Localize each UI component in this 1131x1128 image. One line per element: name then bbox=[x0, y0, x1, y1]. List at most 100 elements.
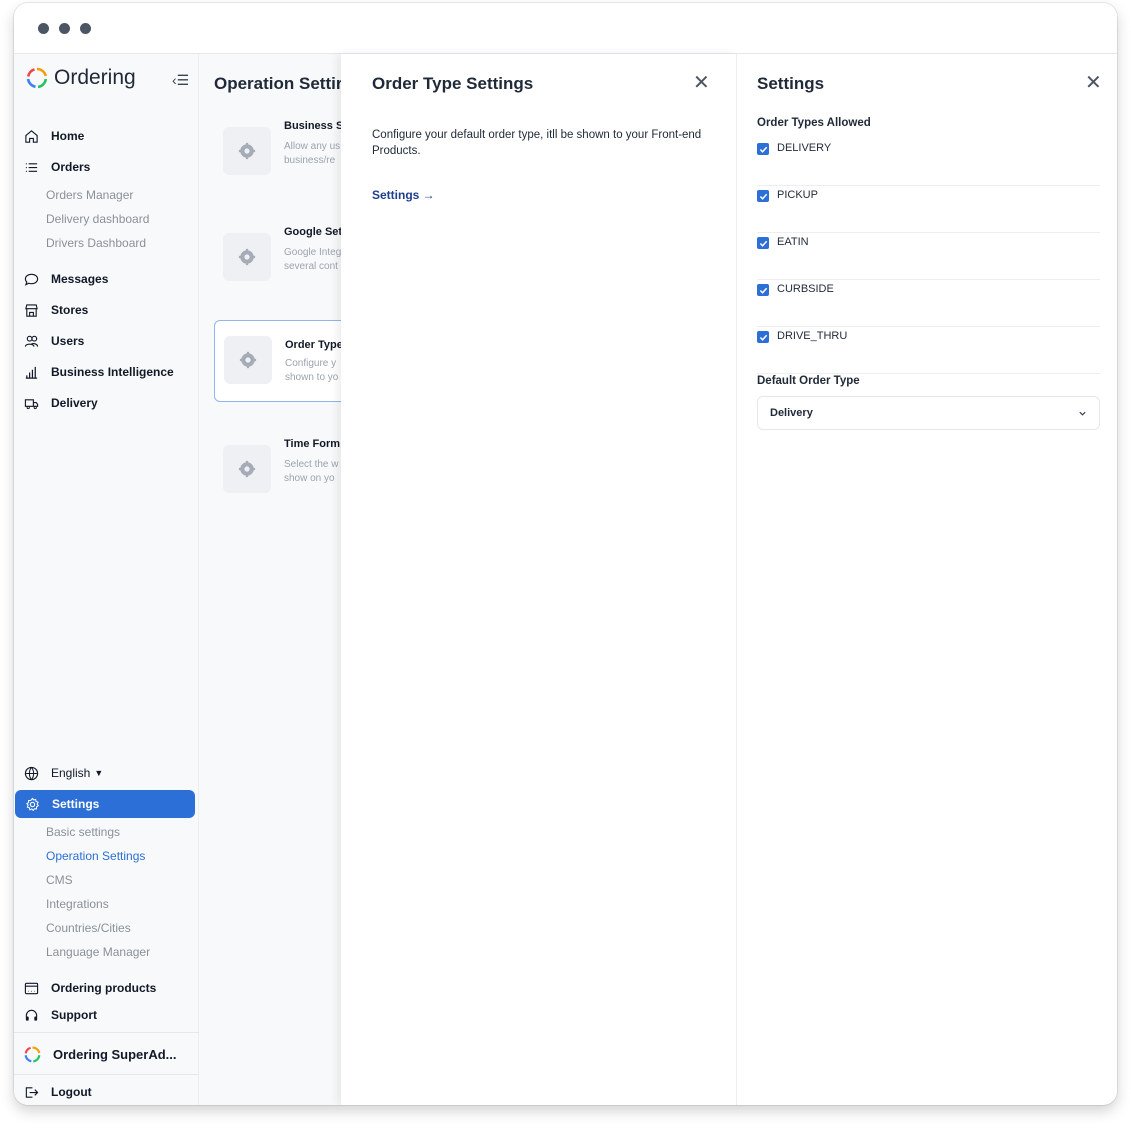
order-types-allowed-label: Order Types Allowed bbox=[757, 117, 871, 129]
sidebar-item-label: Settings bbox=[52, 797, 100, 811]
bar-chart-icon bbox=[25, 366, 38, 379]
default-order-type-select[interactable]: Delivery bbox=[757, 396, 1100, 430]
window-icon bbox=[24, 982, 39, 994]
checkbox-checked-icon[interactable] bbox=[757, 143, 769, 155]
select-value: Delivery bbox=[770, 407, 813, 419]
collapse-sidebar-icon[interactable]: ‹☰ bbox=[172, 72, 189, 89]
gear-icon bbox=[238, 248, 256, 266]
card-description: Google Integ several cont bbox=[284, 247, 341, 272]
sidebar-sub-drivers-dashboard[interactable]: Drivers Dashboard bbox=[46, 236, 146, 250]
order-type-row[interactable]: DELIVERY bbox=[757, 140, 1100, 186]
sidebar-item-label: Support bbox=[51, 1008, 97, 1022]
panel-title: Order Type Settings bbox=[372, 74, 534, 93]
globe-icon bbox=[24, 766, 39, 780]
headset-icon bbox=[25, 1009, 38, 1021]
order-type-row[interactable]: CURBSIDE bbox=[757, 281, 1100, 327]
sidebar-sub-operation-settings[interactable]: Operation Settings bbox=[46, 849, 145, 863]
brand[interactable]: Ordering bbox=[26, 66, 136, 90]
order-type-label: DELIVERY bbox=[777, 142, 832, 154]
caret-down-icon: ▼ bbox=[94, 768, 104, 778]
sidebar-item-business-intelligence[interactable]: Business Intelligence bbox=[14, 359, 195, 385]
card-icon-box bbox=[223, 445, 271, 493]
card-description: Select the w show on yo bbox=[284, 459, 339, 484]
sidebar-item-stores[interactable]: Stores bbox=[14, 297, 195, 323]
sidebar-sub-countries-cities[interactable]: Countries/Cities bbox=[46, 921, 131, 935]
close-icon[interactable]: ✕ bbox=[693, 73, 710, 93]
window-dot-maximize[interactable] bbox=[80, 22, 91, 34]
account-menu[interactable]: Ordering SuperAd... bbox=[14, 1039, 195, 1069]
sidebar-item-label: Ordering products bbox=[51, 981, 157, 995]
order-type-settings-panel: Order Type Settings ✕ Configure your def… bbox=[341, 54, 737, 1105]
ordering-logo-icon bbox=[26, 67, 48, 89]
sidebar-sub-delivery-dashboard[interactable]: Delivery dashboard bbox=[46, 212, 149, 226]
window-dot-close[interactable] bbox=[38, 22, 49, 34]
sidebar-item-ordering-products[interactable]: Ordering products bbox=[14, 975, 195, 1001]
sidebar-item-delivery[interactable]: Delivery bbox=[14, 390, 195, 416]
sidebar-item-orders[interactable]: Orders bbox=[14, 154, 195, 180]
card-icon-box bbox=[224, 336, 272, 384]
logout-icon bbox=[25, 1086, 39, 1098]
chevron-down-icon bbox=[1079, 411, 1086, 416]
order-type-label: CURBSIDE bbox=[777, 283, 834, 295]
card-icon-box bbox=[223, 233, 271, 281]
order-type-row[interactable]: EATIN bbox=[757, 234, 1100, 280]
sidebar-divider bbox=[14, 1074, 199, 1075]
users-icon bbox=[24, 335, 39, 347]
panel-description: Configure your default order type, itll … bbox=[372, 129, 702, 157]
card-title: Google Set bbox=[284, 226, 341, 238]
language-label: English bbox=[51, 766, 91, 780]
sidebar-sub-basic-settings[interactable]: Basic settings bbox=[46, 825, 120, 839]
card-title: Time Form bbox=[284, 438, 341, 450]
checkbox-checked-icon[interactable] bbox=[757, 284, 769, 296]
sidebar-item-label: Business Intelligence bbox=[51, 365, 174, 379]
settings-link[interactable]: Settings → bbox=[372, 188, 435, 202]
app-container: Ordering ‹☰ Home Orders Orders Manager D… bbox=[14, 54, 1117, 1105]
order-type-row[interactable]: PICKUP bbox=[757, 187, 1100, 233]
operation-card-google[interactable]: Google Set Google Integ several cont bbox=[214, 218, 341, 300]
checkbox-checked-icon[interactable] bbox=[757, 237, 769, 249]
operation-card-business[interactable]: Business Sl Allow any us business/re bbox=[214, 112, 341, 194]
sidebar: Ordering ‹☰ Home Orders Orders Manager D… bbox=[14, 54, 199, 1105]
window-titlebar bbox=[14, 3, 1117, 54]
sidebar-item-label: Messages bbox=[51, 272, 109, 286]
gear-icon bbox=[239, 351, 257, 369]
sidebar-sub-language-manager[interactable]: Language Manager bbox=[46, 945, 150, 959]
account-name: Ordering SuperAd... bbox=[53, 1046, 177, 1062]
default-order-type-label: Default Order Type bbox=[757, 375, 860, 387]
order-type-row[interactable]: DRIVE_THRU bbox=[757, 328, 1100, 374]
sidebar-item-label: Orders bbox=[51, 160, 91, 174]
sidebar-item-users[interactable]: Users bbox=[14, 328, 195, 354]
logout-button[interactable]: Logout bbox=[14, 1079, 195, 1105]
card-description: Allow any us business/re bbox=[284, 141, 341, 166]
checkbox-checked-icon[interactable] bbox=[757, 331, 769, 343]
browser-window: Ordering ‹☰ Home Orders Orders Manager D… bbox=[14, 3, 1117, 1105]
home-icon bbox=[25, 129, 38, 143]
sidebar-item-home[interactable]: Home bbox=[14, 123, 195, 149]
sidebar-sub-integrations[interactable]: Integrations bbox=[46, 897, 109, 911]
card-title: Order Type bbox=[285, 339, 341, 351]
sidebar-sub-orders-manager[interactable]: Orders Manager bbox=[46, 188, 133, 202]
sidebar-item-settings[interactable]: Settings bbox=[15, 790, 195, 818]
sidebar-item-support[interactable]: Support bbox=[14, 1002, 195, 1028]
language-selector[interactable]: English ▼ bbox=[14, 760, 195, 786]
sidebar-item-label: Delivery bbox=[51, 396, 98, 410]
panel-title: Settings bbox=[757, 74, 825, 93]
window-dot-minimize[interactable] bbox=[59, 22, 70, 34]
ordering-logo-icon bbox=[24, 1045, 41, 1062]
close-icon[interactable]: ✕ bbox=[1085, 73, 1102, 93]
sidebar-item-messages[interactable]: Messages bbox=[14, 266, 195, 292]
sidebar-sub-cms[interactable]: CMS bbox=[46, 873, 73, 887]
sidebar-divider bbox=[14, 1032, 199, 1033]
store-icon bbox=[25, 303, 38, 317]
logout-label: Logout bbox=[51, 1085, 92, 1099]
checkbox-checked-icon[interactable] bbox=[757, 190, 769, 202]
page-title: Operation Settir bbox=[214, 74, 341, 93]
operation-card-time-format[interactable]: Time Form Select the w show on yo bbox=[214, 430, 341, 512]
operation-card-order-type[interactable]: Order Type Configure y shown to yo bbox=[214, 320, 341, 402]
settings-panel: Settings ✕ Order Types Allowed DELIVERY … bbox=[736, 54, 1117, 1105]
order-type-label: EATIN bbox=[777, 236, 809, 248]
card-description: Configure y shown to yo bbox=[285, 358, 339, 383]
sidebar-item-label: Home bbox=[51, 129, 85, 143]
chat-icon bbox=[24, 273, 39, 286]
truck-icon bbox=[24, 398, 39, 409]
